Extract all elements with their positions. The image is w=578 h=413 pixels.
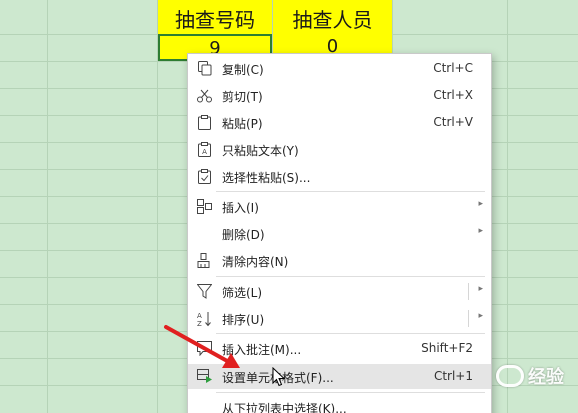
menu-item-label: 剪切(T): [222, 90, 263, 104]
copy-icon: [196, 60, 213, 77]
menu-item-label: 选择性粘贴(S)...: [222, 171, 311, 185]
menu-separator: [216, 333, 485, 334]
watermark: 经验: [496, 363, 564, 389]
submenu-arrow-icon: ▸: [478, 284, 483, 294]
menu-item-cut[interactable]: 剪切(T) Ctrl+X: [188, 83, 491, 108]
format-cells-icon: [196, 368, 213, 385]
menu-separator: [216, 392, 485, 393]
menu-item-label: 筛选(L): [222, 286, 263, 300]
comment-icon: [196, 340, 213, 357]
clipboard-check-icon: [196, 168, 213, 185]
mouse-pointer-icon: [272, 367, 286, 387]
insert-icon: [196, 198, 213, 215]
menu-item-copy[interactable]: 复制(C) Ctrl+C: [188, 56, 491, 81]
funnel-icon: [196, 283, 213, 300]
menu-item-insert-comment[interactable]: 插入批注(M)... Shift+F2: [188, 336, 491, 361]
menu-item-label: 只粘贴文本(Y): [222, 144, 299, 158]
menu-item-paste-text-only[interactable]: A 只粘贴文本(Y): [188, 137, 491, 162]
menu-item-sort[interactable]: AZ 排序(U) ▸: [188, 306, 491, 331]
menu-item-label: 排序(U): [222, 313, 265, 327]
menu-item-pick-from-list[interactable]: 从下拉列表中选择(K)...: [188, 395, 491, 413]
svg-text:Z: Z: [197, 320, 202, 327]
menu-item-label: 清除内容(N): [222, 255, 289, 269]
context-menu: 复制(C) Ctrl+C 剪切(T) Ctrl+X 粘贴(P) Ctrl+V A…: [187, 53, 492, 413]
submenu-arrow-icon: ▸: [478, 311, 483, 321]
menu-split-divider: [468, 310, 469, 327]
menu-shortcut: Ctrl+1: [433, 369, 473, 383]
submenu-arrow-icon: ▸: [478, 226, 483, 236]
menu-shortcut: Shift+F2: [421, 341, 473, 355]
clipboard-icon: [196, 114, 213, 131]
menu-item-filter[interactable]: 筛选(L) ▸: [188, 279, 491, 304]
menu-shortcut: Ctrl+C: [433, 61, 473, 75]
submenu-arrow-icon: ▸: [478, 199, 483, 209]
eraser-icon: [196, 252, 213, 269]
header-cell-draw-number[interactable]: 抽查号码: [158, 0, 272, 34]
menu-item-label: 复制(C): [222, 63, 264, 77]
menu-shortcut: Ctrl+V: [433, 115, 473, 129]
menu-item-paste[interactable]: 粘贴(P) Ctrl+V: [188, 110, 491, 135]
svg-text:A: A: [202, 148, 207, 156]
svg-text:A: A: [197, 312, 202, 320]
menu-item-label: 插入(I): [222, 201, 259, 215]
menu-split-divider: [468, 283, 469, 300]
scissors-icon: [196, 87, 213, 104]
menu-item-delete[interactable]: 删除(D) ▸: [188, 221, 491, 246]
menu-item-label: 粘贴(P): [222, 117, 263, 131]
menu-separator: [216, 276, 485, 277]
menu-shortcut: Ctrl+X: [433, 88, 473, 102]
menu-item-label: 删除(D): [222, 228, 265, 242]
header-cell-draw-person[interactable]: 抽查人员: [273, 0, 392, 34]
watermark-logo-icon: [496, 365, 524, 387]
menu-separator: [216, 191, 485, 192]
sort-az-icon: AZ: [196, 310, 213, 327]
menu-item-label: 从下拉列表中选择(K)...: [222, 402, 347, 413]
menu-item-paste-special[interactable]: 选择性粘贴(S)...: [188, 164, 491, 189]
clipboard-text-icon: A: [196, 141, 213, 158]
menu-item-label: 插入批注(M)...: [222, 343, 302, 357]
menu-item-format-cells[interactable]: 设置单元格格式(F)... Ctrl+1: [188, 364, 491, 389]
watermark-text: 经验: [528, 367, 564, 388]
menu-item-clear-contents[interactable]: 清除内容(N): [188, 248, 491, 273]
menu-item-insert[interactable]: 插入(I) ▸: [188, 194, 491, 219]
